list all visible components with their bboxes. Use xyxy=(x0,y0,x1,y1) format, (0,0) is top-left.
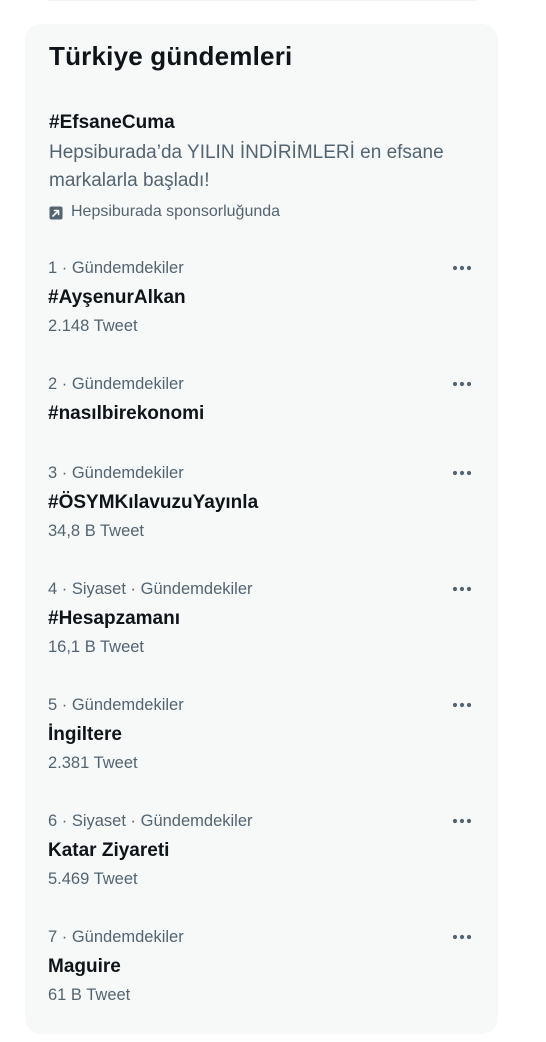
more-options-button[interactable] xyxy=(447,926,477,948)
panel-title: Türkiye gündemleri xyxy=(49,41,293,71)
trend-item[interactable]: 5 · Gündemdekiler İngiltere 2.381 Tweet xyxy=(25,694,498,810)
more-options-button[interactable] xyxy=(447,373,477,395)
more-horizontal-icon xyxy=(452,265,472,271)
more-horizontal-icon xyxy=(452,381,472,387)
trend-meta: 6 · Siyaset · Gündemdekiler xyxy=(48,812,253,830)
trend-name[interactable]: Maguire xyxy=(48,955,121,979)
trend-tweet-count: 34,8 B Tweet xyxy=(48,522,145,540)
more-horizontal-icon xyxy=(452,702,472,708)
more-horizontal-icon xyxy=(452,818,472,824)
trend-name[interactable]: #ÖSYMKılavuzuYayınla xyxy=(48,491,258,515)
promoted-hashtag[interactable]: #EfsaneCuma xyxy=(49,111,479,135)
trend-tweet-count: 2.381 Tweet xyxy=(48,754,138,772)
promoted-sponsor-label: Hepsiburada sponsorluğunda xyxy=(71,203,281,220)
trend-meta: 1 · Gündemdekiler xyxy=(48,259,184,277)
more-options-button[interactable] xyxy=(447,694,477,716)
trend-name[interactable]: #AyşenurAlkan xyxy=(48,286,186,310)
trend-item[interactable]: 4 · Siyaset · Gündemdekiler #Hesapzamanı 1… xyxy=(25,578,498,694)
more-options-button[interactable] xyxy=(447,462,477,484)
trend-meta: 5 · Gündemdekiler xyxy=(48,696,184,714)
more-options-button[interactable] xyxy=(447,257,477,279)
trend-name[interactable]: İngiltere xyxy=(48,723,122,747)
trend-item[interactable]: 3 · Gündemdekiler #ÖSYMKılavuzuYayınla 34,… xyxy=(25,462,498,578)
trend-meta: 7 · Gündemdekiler xyxy=(48,928,184,946)
trend-item[interactable]: 6 · Siyaset · Gündemdekiler Katar Ziyaret… xyxy=(25,810,498,926)
trend-name[interactable]: #nasılbirekonomi xyxy=(48,402,204,426)
trend-meta: 2 · Gündemdekiler xyxy=(48,375,184,393)
trend-name[interactable]: #Hesapzamanı xyxy=(48,607,180,631)
trends-panel: Türkiye gündemleri #EfsaneCuma Hepsibura… xyxy=(25,24,498,1034)
promoted-arrow-icon xyxy=(49,205,63,220)
more-horizontal-icon xyxy=(452,934,472,940)
more-options-button[interactable] xyxy=(447,578,477,600)
top-divider xyxy=(48,0,476,1)
more-horizontal-icon xyxy=(452,470,472,476)
trend-meta: 3 · Gündemdekiler xyxy=(48,464,184,482)
trend-item[interactable]: 7 · Gündemdekiler Maguire 61 B Tweet xyxy=(25,926,498,1042)
trend-meta: 4 · Siyaset · Gündemdekiler xyxy=(48,580,253,598)
trend-tweet-count: 2.148 Tweet xyxy=(48,317,138,335)
promoted-sponsor: Hepsiburada sponsorluğunda xyxy=(49,201,479,223)
trend-name[interactable]: Katar Ziyareti xyxy=(48,839,169,863)
promoted-description: Hepsiburada’da YILIN İNDİRİMLERİ en efsa… xyxy=(49,142,444,191)
trend-tweet-count: 5.469 Tweet xyxy=(48,870,138,888)
trend-tweet-count: 16,1 B Tweet xyxy=(48,638,145,656)
more-options-button[interactable] xyxy=(447,810,477,832)
more-horizontal-icon xyxy=(452,586,472,592)
trend-item[interactable]: 1 · Gündemdekiler #AyşenurAlkan 2.148 Twee… xyxy=(25,257,498,373)
promoted-trend[interactable]: #EfsaneCuma Hepsiburada’da YILIN İNDİRİM… xyxy=(49,111,479,223)
trend-tweet-count: 61 B Tweet xyxy=(48,986,131,1004)
